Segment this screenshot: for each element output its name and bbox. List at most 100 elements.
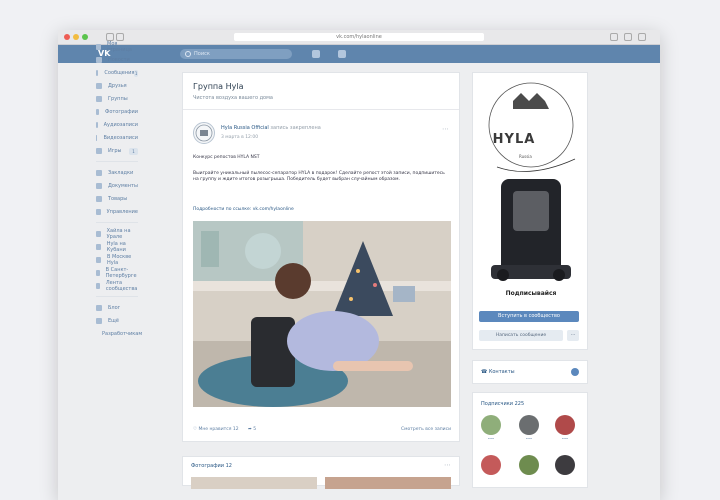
- music-icon[interactable]: [338, 50, 346, 58]
- group-avatar[interactable]: [193, 122, 215, 144]
- sidebar-item[interactable]: Моя страница: [96, 41, 138, 53]
- notifications-icon[interactable]: [312, 50, 320, 58]
- sidebar-item-label: Новости: [108, 57, 130, 63]
- all-posts-link[interactable]: Смотреть все записи: [401, 427, 451, 432]
- photo-thumb[interactable]: [325, 477, 451, 489]
- sidebar-item[interactable]: Товары: [96, 194, 138, 204]
- more-actions-button[interactable]: ...: [567, 330, 579, 341]
- member-name[interactable]: •••: [551, 437, 579, 441]
- member-avatar[interactable]: [481, 455, 501, 475]
- sidebar-item[interactable]: В Санкт-Петербурге: [96, 267, 138, 279]
- promo-brand: HYLA: [492, 132, 536, 147]
- member-avatar[interactable]: [519, 455, 539, 475]
- sidebar-item-icon: [96, 135, 98, 141]
- sidebar-item[interactable]: Друзья: [96, 81, 138, 91]
- share-button[interactable]: ➦ 5: [248, 427, 256, 432]
- back-icon[interactable]: [106, 33, 114, 41]
- sidebar-item[interactable]: Лента сообщества: [96, 280, 138, 292]
- message-button[interactable]: Написать сообщение: [479, 330, 563, 341]
- sidebar-item[interactable]: Видеозаписи: [96, 133, 138, 143]
- sidebar-item-icon: [96, 196, 102, 202]
- sidebar-item-icon: [96, 148, 102, 154]
- sidebar-item-label: Видеозаписи: [103, 135, 138, 141]
- site-header: VK Поиск: [58, 45, 660, 63]
- post-footer: ♡ Мне нравится 12 ➦ 5 Смотреть все запис…: [193, 427, 451, 432]
- post-title-line: Конкурс репостов HYLA NST: [193, 155, 260, 160]
- member-name[interactable]: •••: [515, 437, 543, 441]
- photos-title[interactable]: Фотографии 12: [191, 463, 232, 469]
- address-bar[interactable]: vk.com/hylaonline: [234, 33, 484, 41]
- promo-image[interactable]: HYLA Russia Подписывайся: [479, 79, 583, 303]
- like-button[interactable]: ♡ Мне нравится 12: [193, 427, 239, 432]
- sidebar-item-label: Аудиозаписи: [103, 122, 138, 128]
- sidebar-item[interactable]: Игры 1: [96, 146, 138, 156]
- sidebar-item[interactable]: Фотографии: [96, 107, 138, 117]
- promo-card: HYLA Russia Подписывайся Вступить в сооб…: [472, 72, 588, 350]
- contacts-card[interactable]: ☎ Контакты: [472, 360, 588, 384]
- member-avatar[interactable]: [481, 415, 501, 435]
- photo-thumb[interactable]: [191, 477, 317, 489]
- sidebar-item-icon: [96, 109, 100, 115]
- sidebar-item-icon: [96, 122, 98, 128]
- sidebar-item-label: Hyla на Кубани: [106, 241, 126, 253]
- sidebar-item-icon: [96, 57, 102, 63]
- plus-icon[interactable]: [638, 33, 646, 41]
- sidebar-item[interactable]: Документы: [96, 181, 138, 191]
- member-avatar[interactable]: [519, 415, 539, 435]
- sidebar-item-icon: [96, 70, 99, 76]
- sidebar-item-icon: [96, 270, 100, 276]
- forward-icon[interactable]: [116, 33, 124, 41]
- close-dot-icon[interactable]: [64, 34, 70, 40]
- sidebar-item-label: В Москве Hyla: [107, 254, 132, 266]
- sidebar-item-label: Управление: [106, 209, 138, 215]
- sidebar-item-label: Ещё: [108, 318, 119, 324]
- tabs-icon[interactable]: [624, 33, 632, 41]
- contacts-icon: [571, 368, 579, 376]
- sidebar-item[interactable]: Ещё: [96, 316, 138, 326]
- maximize-dot-icon[interactable]: [82, 34, 88, 40]
- post-author-link[interactable]: Hyla Russia Official запись закреплена: [221, 125, 321, 131]
- sidebar-divider: [96, 161, 138, 162]
- promo-subbrand: Russia: [519, 154, 532, 159]
- sidebar-item[interactable]: Разработчикам: [96, 329, 142, 339]
- member-avatar[interactable]: [555, 455, 575, 475]
- post-link[interactable]: Подробности по ссылке: vk.com/hylaonline: [193, 207, 449, 213]
- sidebar-item[interactable]: Группы: [96, 94, 138, 104]
- sidebar-item-label: Блог: [108, 305, 121, 311]
- sidebar-item-icon: [96, 231, 101, 237]
- sidebar-item[interactable]: В Москве Hyla: [96, 254, 138, 266]
- sidebar-item[interactable]: Новости: [96, 55, 138, 65]
- sidebar-item-label: Моя страница: [107, 41, 132, 53]
- sidebar-item[interactable]: Управление: [96, 207, 138, 217]
- post-photo[interactable]: [193, 221, 451, 407]
- sidebar-item-label: Игры: [108, 148, 122, 154]
- sidebar-item-label: Товары: [108, 196, 128, 202]
- share-icon[interactable]: [610, 33, 618, 41]
- search-icon: [185, 51, 191, 57]
- sidebar-item[interactable]: Блог: [96, 303, 138, 313]
- minimize-dot-icon[interactable]: [73, 34, 79, 40]
- member-name[interactable]: •••: [477, 437, 505, 441]
- sidebar-item[interactable]: Hyla на Кубани: [96, 241, 138, 253]
- group-status: Чистота воздуха вашего дома: [193, 95, 273, 101]
- sidebar-item-badge: 1: [134, 69, 138, 77]
- sidebar-divider: [96, 222, 138, 223]
- photos-menu-icon[interactable]: ⋯: [444, 461, 451, 469]
- sidebar-item[interactable]: Закладки: [96, 168, 138, 178]
- post-menu-icon[interactable]: ⋯: [442, 125, 449, 133]
- search-input[interactable]: Поиск: [180, 49, 292, 59]
- subscribe-button[interactable]: Вступить в сообщество: [479, 311, 579, 322]
- sidebar-item[interactable]: Хайла на Урале: [96, 228, 138, 240]
- sidebar-item-label: Закладки: [108, 170, 134, 176]
- member-avatar[interactable]: [555, 415, 575, 435]
- sidebar-item[interactable]: Аудиозаписи: [96, 120, 138, 130]
- sidebar-item[interactable]: Сообщения 1: [96, 68, 138, 78]
- sidebar-item-label: Сообщения: [104, 70, 135, 76]
- sidebar-item-icon: [96, 318, 102, 324]
- post-body: Выиграйте уникальный пылесос-сепаратор H…: [193, 171, 445, 182]
- sidebar-item-icon: [96, 244, 101, 250]
- photos-card: Фотографии 12 ⋯: [182, 456, 460, 489]
- post-date[interactable]: 3 марта в 12:00: [221, 135, 258, 140]
- members-title[interactable]: Подписчики 225: [481, 401, 524, 407]
- page-title: Группа Hyla: [193, 82, 244, 91]
